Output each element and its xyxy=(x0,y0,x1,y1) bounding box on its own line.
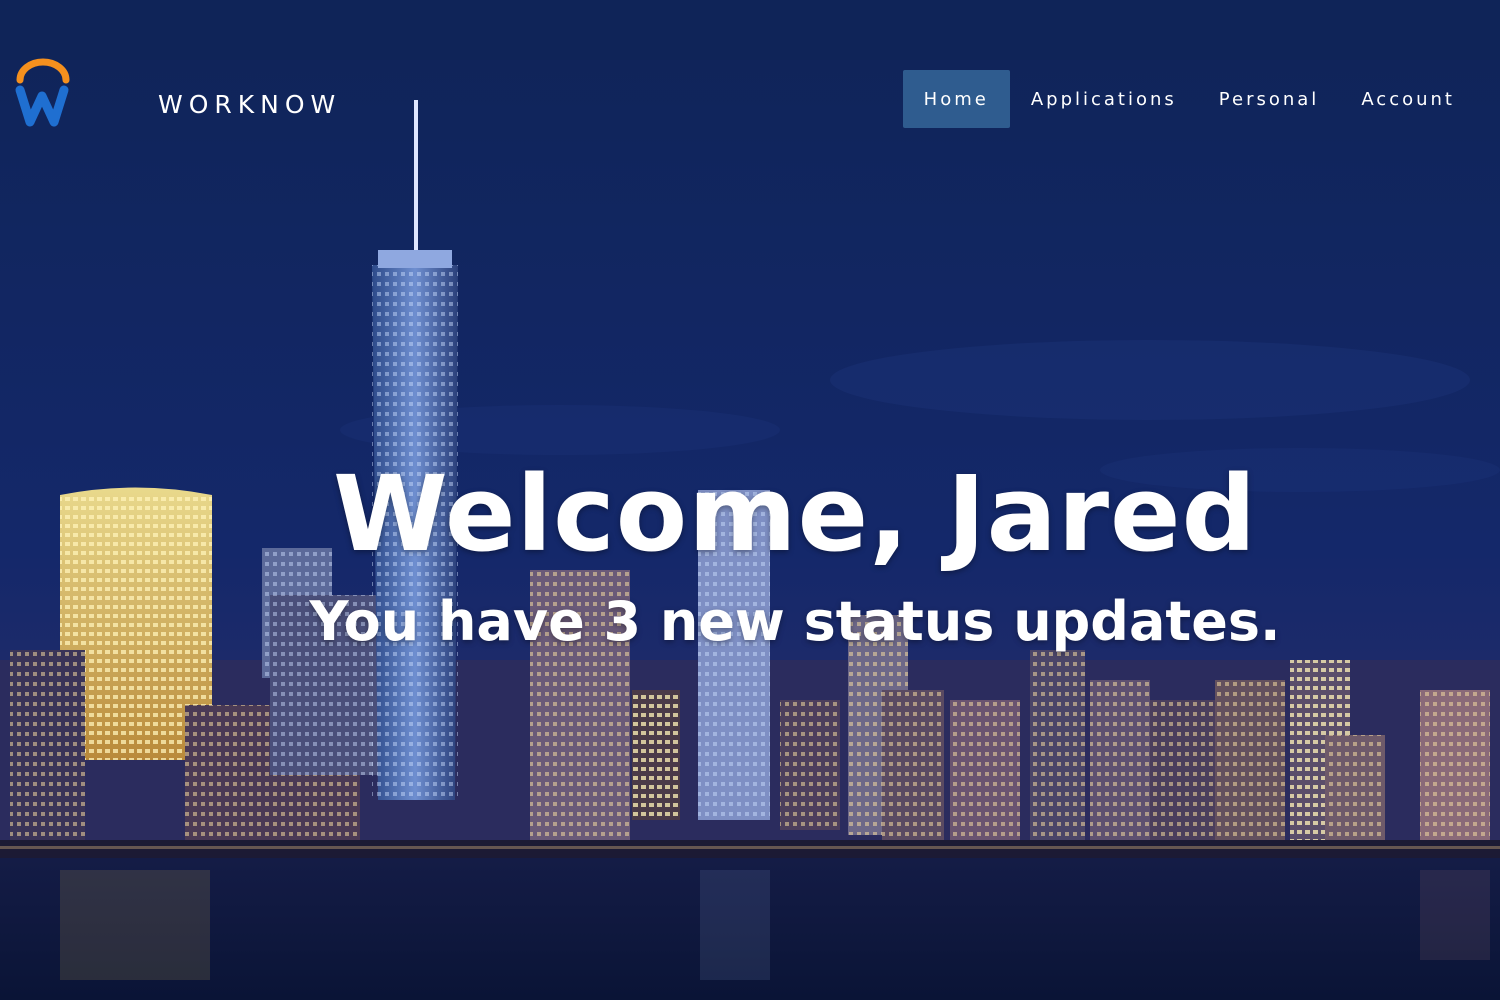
nav-home[interactable]: Home xyxy=(902,70,1010,128)
workday-w-logo-icon[interactable] xyxy=(14,58,72,128)
nav-applications[interactable]: Applications xyxy=(1010,70,1198,128)
nav-account[interactable]: Account xyxy=(1340,70,1476,128)
welcome-headline: Welcome, Jared xyxy=(332,453,1258,575)
welcome-page: WORKNOW Home Applications Personal Accou… xyxy=(0,0,1500,1000)
nav-personal[interactable]: Personal xyxy=(1198,70,1341,128)
status-updates-message: You have 3 new status updates. xyxy=(309,590,1281,653)
brand-name: WORKNOW xyxy=(158,90,342,119)
top-bar xyxy=(0,0,1500,60)
main-nav: Home Applications Personal Account xyxy=(902,70,1476,128)
